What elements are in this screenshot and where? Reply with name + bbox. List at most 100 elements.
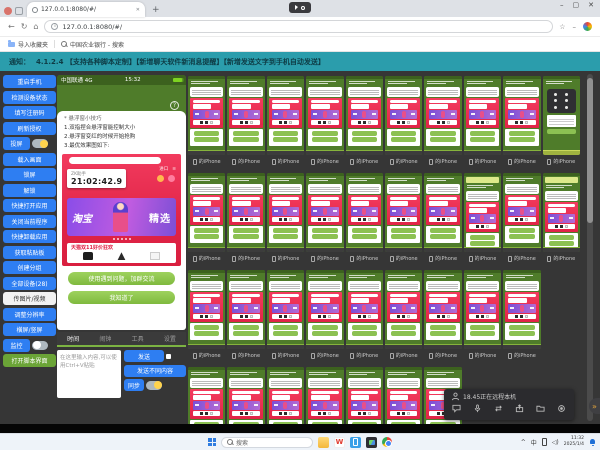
send-button[interactable]: 发送: [124, 350, 164, 362]
file-explorer-icon[interactable]: [318, 437, 329, 448]
device-screen[interactable]: [503, 76, 540, 155]
sidebar-button-open-script-panel[interactable]: 打开脚本界面: [3, 354, 56, 367]
sidebar-button-close-current-app[interactable]: 关闭当前程序: [3, 215, 56, 228]
tab-list-icon[interactable]: [15, 7, 23, 15]
browser-profile-mini-icon[interactable]: [4, 7, 12, 15]
device-cell[interactable]: 的iPhone: [385, 173, 422, 270]
device-screen[interactable]: [385, 173, 422, 252]
remote-indicator-pill[interactable]: [289, 2, 311, 13]
device-cell[interactable]: 的iPhone: [543, 76, 580, 173]
device-screen[interactable]: [346, 173, 383, 252]
preview-tab-闹钟[interactable]: 闹钟: [99, 334, 111, 343]
home-icon[interactable]: ⌂: [33, 22, 38, 31]
device-cell[interactable]: 的iPhone: [227, 173, 264, 270]
taskbar-search[interactable]: 搜索: [221, 437, 313, 448]
device-screen[interactable]: [503, 270, 540, 349]
device-cell[interactable]: 的iPhone: [503, 270, 540, 367]
device-cell[interactable]: 的iPhone: [346, 270, 383, 367]
wps-icon[interactable]: W: [334, 437, 345, 448]
browser-profile-icon[interactable]: [583, 22, 592, 31]
device-screen[interactable]: [424, 76, 461, 155]
tray-clock[interactable]: 11:32 2025/1/4: [564, 436, 584, 448]
window-minimize-button[interactable]: –: [560, 1, 564, 9]
device-cell[interactable]: 的iPhone: [385, 367, 422, 424]
device-screen[interactable]: [385, 270, 422, 349]
device-cell[interactable]: 的iPhone: [306, 367, 343, 424]
device-screen[interactable]: [424, 270, 461, 349]
device-screen[interactable]: [227, 270, 264, 349]
help-icon[interactable]: ?: [170, 101, 179, 110]
monitor-toggle[interactable]: [32, 341, 48, 350]
device-cell[interactable]: 的iPhone: [227, 367, 264, 424]
address-bar[interactable]: i 127.0.0.1:8080/#/: [44, 20, 553, 33]
device-screen[interactable]: [503, 173, 540, 252]
tray-chevron-up-icon[interactable]: ^: [521, 439, 526, 446]
device-cell[interactable]: 的iPhone: [306, 270, 343, 367]
back-icon[interactable]: ←: [8, 22, 15, 31]
device-cell[interactable]: 的iPhone: [227, 76, 264, 173]
device-screen[interactable]: [306, 173, 343, 252]
favorite-star-icon[interactable]: ☆: [559, 23, 565, 31]
device-cell[interactable]: 的iPhone: [346, 76, 383, 173]
got-it-button[interactable]: 我知道了: [68, 291, 175, 304]
sidebar-button-unlock-screen[interactable]: 解锁: [3, 184, 56, 197]
chrome-icon[interactable]: [382, 437, 392, 447]
device-cell[interactable]: 的iPhone: [188, 367, 225, 424]
media-app-icon[interactable]: [366, 437, 377, 448]
preview-tab-工具[interactable]: 工具: [132, 334, 144, 343]
sidebar-button-monitor[interactable]: 监控: [3, 339, 30, 352]
device-cell[interactable]: 的iPhone: [227, 270, 264, 367]
device-screen[interactable]: [267, 76, 304, 155]
device-screen[interactable]: [464, 270, 501, 349]
sync-button[interactable]: 同步: [124, 379, 144, 391]
browser-tab[interactable]: 127.0.0.1:8080/#/ ✕: [27, 2, 145, 17]
window-close-button[interactable]: ✕: [588, 1, 594, 9]
device-cell[interactable]: 的iPhone: [188, 76, 225, 173]
screen-cast-toggle[interactable]: [32, 139, 48, 148]
device-cell[interactable]: 的iPhone: [306, 173, 343, 270]
device-screen[interactable]: [346, 367, 383, 424]
device-cell[interactable]: 的iPhone: [464, 76, 501, 173]
refresh-icon[interactable]: ↻: [21, 22, 28, 31]
device-screen[interactable]: [227, 76, 264, 155]
device-screen[interactable]: [464, 173, 501, 252]
device-screen[interactable]: [306, 76, 343, 155]
device-cell[interactable]: 的iPhone: [346, 173, 383, 270]
sidebar-button-quick-uninstall-app[interactable]: 快捷卸载应用: [3, 230, 56, 243]
tab-close-icon[interactable]: ✕: [136, 7, 140, 13]
sidebar-button-lock-screen[interactable]: 锁屏: [3, 168, 56, 181]
device-cell[interactable]: 的iPhone: [543, 173, 580, 270]
device-cell[interactable]: 的iPhone: [424, 76, 461, 173]
device-cell[interactable]: 的iPhone: [267, 76, 304, 173]
sidebar-button-rotate-screen[interactable]: 横屏/竖屏: [3, 323, 56, 336]
device-cell[interactable]: 的iPhone: [503, 173, 540, 270]
device-screen[interactable]: [188, 270, 225, 349]
device-cell[interactable]: 的iPhone: [385, 76, 422, 173]
grid-scrollbar-thumb[interactable]: [587, 78, 593, 223]
sidebar-button-load-frames[interactable]: 载入画面: [3, 153, 56, 166]
device-screen[interactable]: [227, 173, 264, 252]
ime-indicator[interactable]: 中: [531, 438, 537, 447]
device-screen[interactable]: [306, 270, 343, 349]
bookmark-import-favorites[interactable]: 导入收藏夹: [8, 40, 48, 49]
device-cell[interactable]: 的iPhone: [385, 270, 422, 367]
sidebar-button-quick-open-app[interactable]: 快捷打开应用: [3, 199, 56, 212]
sync-toggle[interactable]: [146, 381, 162, 390]
device-screen[interactable]: [543, 76, 580, 155]
volume-icon[interactable]: ◁): [552, 439, 559, 446]
record-icon[interactable]: [557, 404, 566, 413]
send-checkbox[interactable]: [166, 354, 171, 359]
send-text-input[interactable]: [57, 350, 121, 398]
preview-phone[interactable]: 中国联通 4G 15:32 ? * 悬浮窗小技巧 1.双指捏合悬浮窗能控制大小 …: [57, 75, 186, 330]
device-screen[interactable]: [188, 173, 225, 252]
device-cell[interactable]: 的iPhone: [424, 270, 461, 367]
send-different-button[interactable]: 发送不同内容: [124, 365, 186, 377]
device-cell[interactable]: 的iPhone: [188, 173, 225, 270]
sidebar-button-create-group[interactable]: 创建分组: [3, 261, 56, 274]
start-button[interactable]: [208, 438, 216, 446]
device-screen[interactable]: [385, 367, 422, 424]
device-cell[interactable]: 的iPhone: [267, 173, 304, 270]
device-screen[interactable]: [306, 367, 343, 424]
device-screen[interactable]: [267, 367, 304, 424]
bookmark-bank-search[interactable]: 中国农业银行 - 搜索: [61, 40, 124, 49]
